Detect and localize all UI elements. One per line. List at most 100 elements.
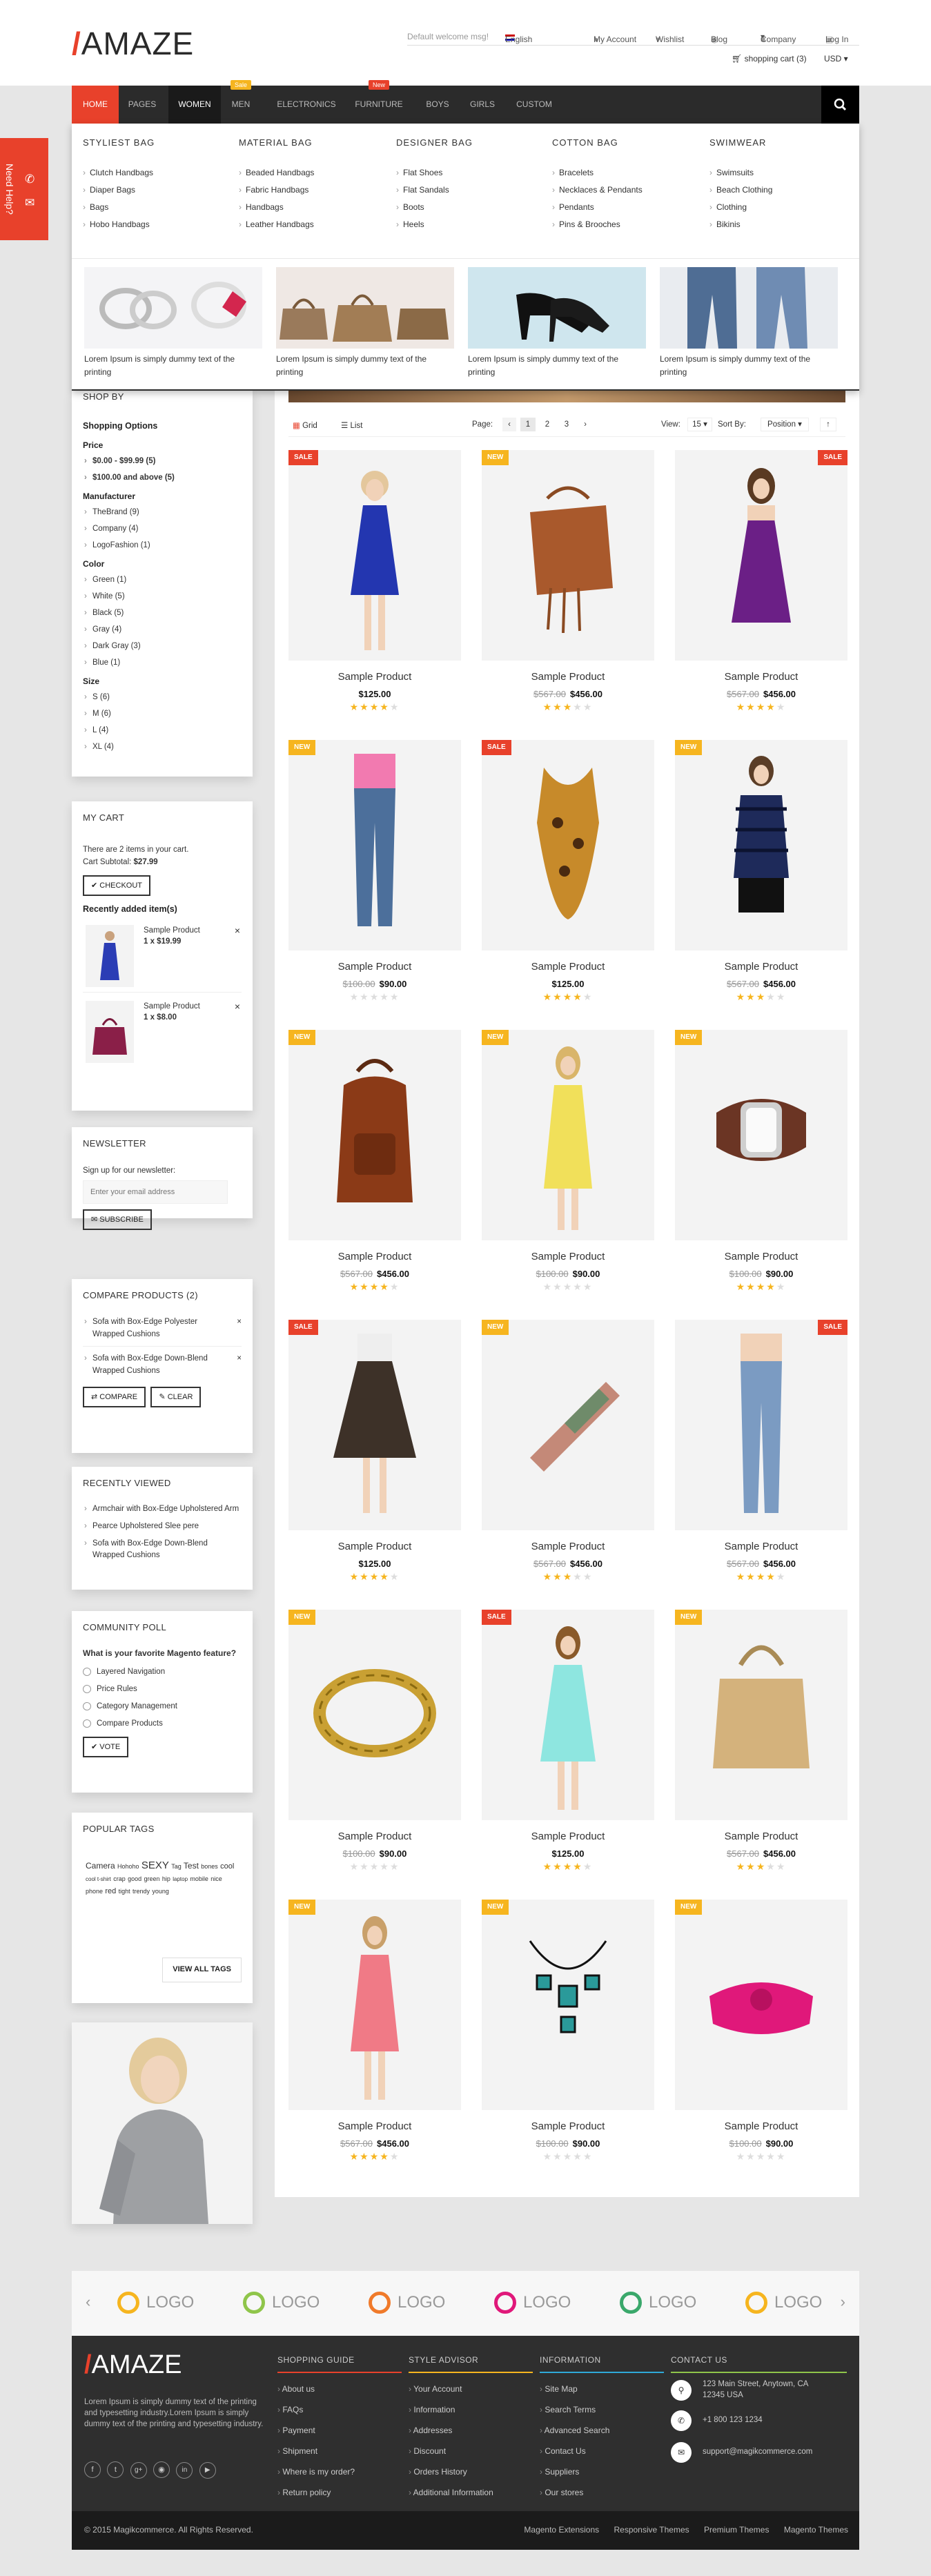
product-name[interactable]: Sample Product (675, 1541, 847, 1552)
product-name[interactable]: Sample Product (675, 2120, 847, 2132)
view-count-select[interactable]: 15 ▾ (687, 418, 712, 431)
side-banner-image[interactable] (72, 2022, 253, 2224)
sort-direction-button[interactable]: ↑ (820, 418, 836, 431)
nav-home[interactable]: HOME (72, 86, 119, 124)
nav-girls[interactable]: GIRLS (462, 86, 503, 124)
poll-option[interactable]: Layered Navigation (83, 1663, 242, 1681)
view-all-tags-button[interactable]: VIEW ALL TAGS (162, 1958, 242, 1982)
product-name[interactable]: Sample Product (675, 1831, 847, 1842)
compare-button[interactable]: ⇄ COMPARE (83, 1387, 146, 1407)
nav-custom[interactable]: CUSTOM (507, 86, 562, 124)
color-filter[interactable]: Blue (1) (83, 654, 242, 671)
product-thumbnail[interactable] (86, 1001, 134, 1063)
mega-link[interactable]: Fabric Handbags (239, 182, 377, 199)
price-filter[interactable]: $0.00 - $99.99 (5) (83, 453, 242, 469)
checkout-button[interactable]: ✔ CHECKOUT (83, 875, 151, 896)
product-card[interactable]: SALE Sample Product $125.00 ★★★★★ (288, 1320, 461, 1589)
footer-link[interactable]: FAQs (277, 2399, 402, 2420)
footer-link[interactable]: Where is my order? (277, 2461, 402, 2482)
search-button[interactable] (821, 86, 859, 124)
brand-logo[interactable]: LOGO (494, 2292, 571, 2315)
color-filter[interactable]: Black (5) (83, 605, 242, 621)
manufacturer-filter[interactable]: Company (4) (83, 520, 242, 537)
tag-link[interactable]: laptop (173, 1876, 188, 1882)
page-link[interactable]: 3 (559, 418, 574, 431)
poll-option[interactable]: Category Management (83, 1698, 242, 1715)
footer-link[interactable]: Your Account (409, 2379, 533, 2399)
size-filter[interactable]: S (6) (83, 689, 242, 705)
footer-link[interactable]: Suppliers (540, 2461, 664, 2482)
contact-email[interactable]: support@magikcommerce.com (703, 2448, 812, 2456)
remove-icon[interactable]: × (237, 1316, 242, 1328)
product-image[interactable] (482, 450, 654, 661)
mega-link[interactable]: Beaded Handbags (239, 164, 377, 182)
tag-link[interactable]: red (105, 1887, 116, 1895)
footer-link[interactable]: Addresses (409, 2420, 533, 2441)
mega-link[interactable]: Clothing (709, 199, 847, 216)
recent-item[interactable]: Armchair with Box-Edge Upholstered Arm (83, 1503, 242, 1515)
product-name[interactable]: Sample Product (482, 961, 654, 973)
clear-button[interactable]: ✎ CLEAR (150, 1387, 202, 1407)
mega-link[interactable]: Flat Shoes (396, 164, 534, 182)
footer-link[interactable]: Shipment (277, 2441, 402, 2461)
tag-link[interactable]: nice (210, 1875, 222, 1882)
color-filter[interactable]: Green (1) (83, 572, 242, 588)
remove-icon[interactable]: × (235, 925, 240, 936)
brand-logo[interactable]: LOGO (620, 2292, 696, 2315)
youtube-icon[interactable]: ▶ (199, 2462, 216, 2479)
product-name[interactable]: Sample Product (288, 1251, 461, 1262)
footer-link[interactable]: Return policy (277, 2482, 402, 2503)
footer-link[interactable]: Site Map (540, 2379, 664, 2399)
footer-link[interactable]: Search Terms (540, 2399, 664, 2420)
product-name[interactable]: Sample Product (288, 2120, 461, 2132)
manufacturer-filter[interactable]: TheBrand (9) (83, 504, 242, 520)
tag-link[interactable]: cool (220, 1862, 234, 1871)
product-card[interactable]: NEW Sample Product $100.00 $90.00 ★★★★★ (288, 740, 461, 1009)
product-image[interactable] (482, 1030, 654, 1240)
rings-banner-image[interactable] (84, 267, 262, 349)
list-view-toggle[interactable]: ☰ List (341, 420, 362, 430)
footer-bottom-link[interactable]: Premium Themes (704, 2525, 769, 2535)
sort-select[interactable]: Position ▾ (761, 418, 809, 431)
next-page-button[interactable]: › (578, 418, 592, 431)
product-card[interactable]: NEW Sample Product $567.00 $456.00 ★★★★★ (288, 1900, 461, 2169)
tag-link[interactable]: Test (184, 1861, 199, 1871)
size-filter[interactable]: M (6) (83, 705, 242, 722)
tag-link[interactable]: young (152, 1888, 169, 1895)
footer-bottom-link[interactable]: Magento Themes (784, 2525, 848, 2535)
mega-link[interactable]: Boots (396, 199, 534, 216)
nav-women[interactable]: WOMEN (168, 86, 221, 124)
heels-banner-image[interactable] (468, 267, 646, 349)
mega-link[interactable]: Necklaces & Pendants (552, 182, 690, 199)
remove-icon[interactable]: × (237, 1352, 242, 1365)
prev-page-button[interactable]: ‹ (502, 418, 516, 431)
product-image[interactable] (288, 450, 461, 661)
radio-button[interactable] (83, 1719, 91, 1728)
radio-button[interactable] (83, 1684, 91, 1693)
nav-furniture[interactable]: New FURNITURE (348, 80, 410, 124)
product-name[interactable]: Sample Product (288, 961, 461, 973)
poll-option[interactable]: Price Rules (83, 1681, 242, 1698)
product-name[interactable]: Sample Product (482, 1541, 654, 1552)
recent-item[interactable]: Sofa with Box-Edge Down-Blend Wrapped Cu… (83, 1538, 242, 1561)
product-image[interactable] (482, 740, 654, 950)
tag-link[interactable]: bones (201, 1863, 218, 1870)
remove-icon[interactable]: × (235, 1001, 240, 1012)
product-image[interactable] (288, 1320, 461, 1530)
product-name[interactable]: Sample Product (482, 671, 654, 683)
tag-link[interactable]: mobile (190, 1875, 208, 1882)
product-image[interactable] (288, 1900, 461, 2110)
mega-link[interactable]: Leather Handbags (239, 216, 377, 233)
size-filter[interactable]: L (4) (83, 722, 242, 739)
product-image[interactable] (675, 1030, 847, 1240)
product-card[interactable]: SALE Sample Product $125.00 ★★★★★ (482, 1610, 654, 1879)
product-card[interactable]: NEW Sample Product $100.00 $90.00 ★★★★★ (482, 1030, 654, 1299)
google-plus-icon[interactable]: g+ (130, 2462, 147, 2479)
product-card[interactable]: NEW Sample Product $567.00 $456.00 ★★★★★ (675, 740, 847, 1009)
rss-icon[interactable]: ◉ (153, 2461, 170, 2478)
product-image[interactable] (675, 1900, 847, 2110)
product-card[interactable]: NEW Sample Product $567.00 $456.00 ★★★★★ (288, 1030, 461, 1299)
footer-link[interactable]: Additional Information (409, 2482, 533, 2503)
tag-link[interactable]: phone (86, 1888, 103, 1895)
tag-link[interactable]: SEXY (141, 1860, 169, 1871)
